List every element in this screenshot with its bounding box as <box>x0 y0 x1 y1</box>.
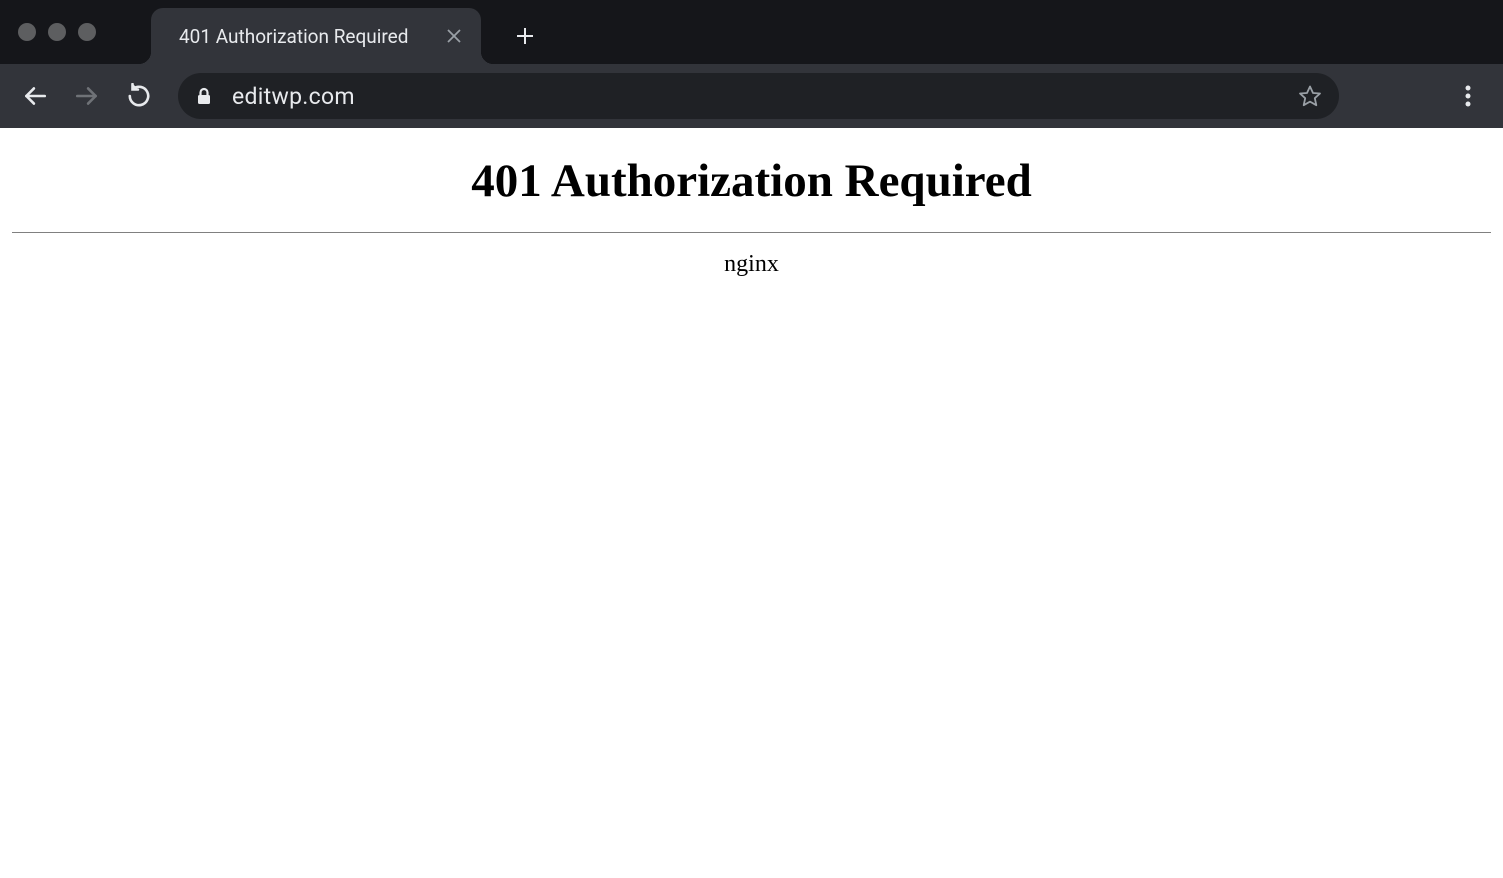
browser-menu-button[interactable] <box>1445 73 1491 119</box>
url-text: editwp.com <box>232 83 1279 110</box>
browser-chrome: 401 Authorization Required <box>0 0 1503 128</box>
address-bar[interactable]: editwp.com <box>178 73 1339 119</box>
new-tab-button[interactable] <box>507 18 543 54</box>
maximize-window-button[interactable] <box>78 23 96 41</box>
tab-title: 401 Authorization Required <box>179 25 427 48</box>
error-heading: 401 Authorization Required <box>12 154 1491 208</box>
forward-button[interactable] <box>64 73 110 119</box>
lock-icon[interactable] <box>194 86 214 106</box>
tab-strip: 401 Authorization Required <box>0 0 1503 64</box>
browser-toolbar: editwp.com <box>0 64 1503 128</box>
browser-tab[interactable]: 401 Authorization Required <box>151 8 481 64</box>
divider <box>12 232 1491 233</box>
back-button[interactable] <box>12 73 58 119</box>
window-controls <box>18 23 96 41</box>
minimize-window-button[interactable] <box>48 23 66 41</box>
page-content: 401 Authorization Required nginx <box>0 128 1503 878</box>
server-name: nginx <box>12 251 1491 278</box>
bookmark-star-icon[interactable] <box>1297 83 1323 109</box>
close-window-button[interactable] <box>18 23 36 41</box>
close-tab-icon[interactable] <box>445 27 463 45</box>
reload-button[interactable] <box>116 73 162 119</box>
